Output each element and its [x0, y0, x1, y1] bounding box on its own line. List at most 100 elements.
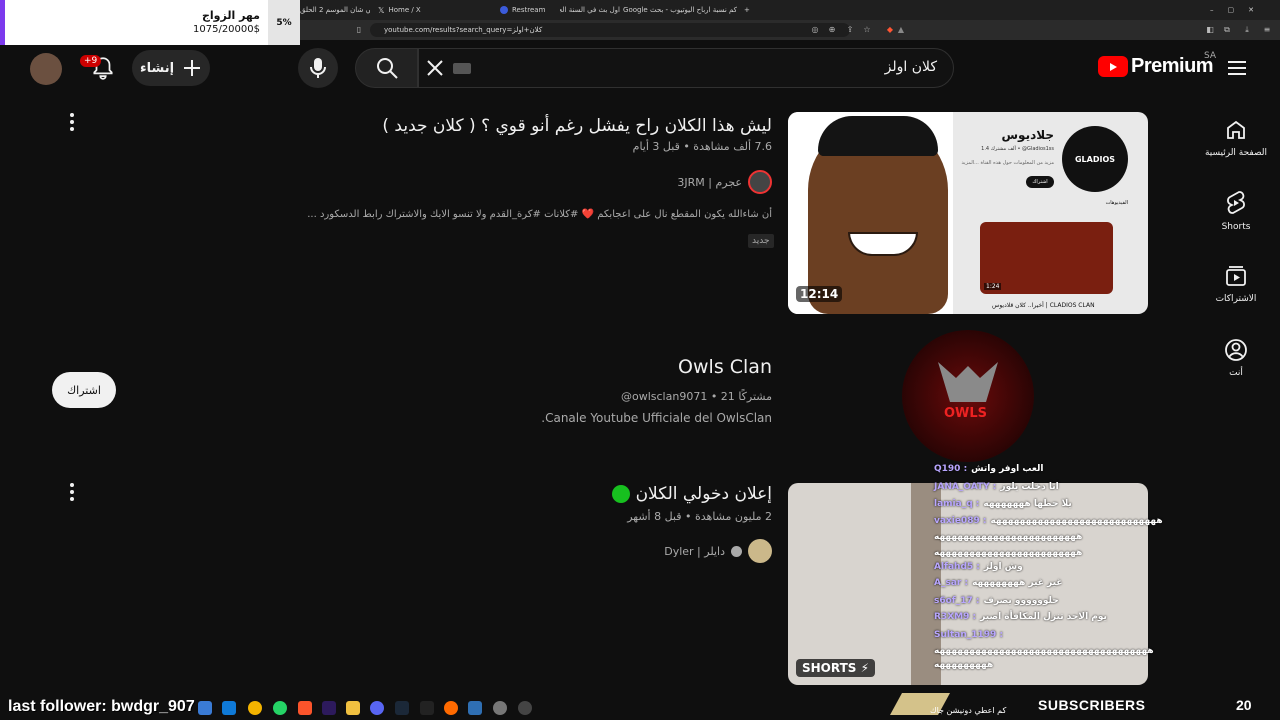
app-icon[interactable] — [468, 701, 482, 715]
channel-name[interactable]: Owls Clan — [678, 356, 772, 378]
shorts-icon — [1227, 191, 1245, 214]
chat-message: s6of_17 : حلوووووو يصرف — [934, 596, 1059, 606]
zoom-icon[interactable]: ⊕ — [827, 25, 837, 35]
browser-tab[interactable]: كم نسبة ارباح اليوتيوب - بحث Google — [622, 2, 737, 18]
sidebar-item-home[interactable]: الصفحة الرئيسية — [1200, 118, 1272, 158]
whatsapp-icon[interactable] — [273, 701, 287, 715]
goal-percent: 5% — [268, 0, 300, 45]
youtube-logo[interactable]: Premium SA — [1098, 51, 1216, 78]
chat-text: ههههههههههههههههههههههههههههههههههههه — [934, 646, 1154, 656]
minimize-icon[interactable]: – — [1210, 6, 1214, 14]
more-options-icon[interactable] — [62, 112, 82, 132]
browser-tab[interactable]: 𝕏 Home / X — [378, 2, 488, 18]
chat-message: هههههههههه — [934, 660, 997, 670]
star-icon[interactable]: ☆ — [862, 25, 872, 35]
brave-icon[interactable]: ◆ — [885, 25, 895, 35]
goal-overlay: مهر الزواج 1075/20000$ 5% — [0, 0, 300, 45]
new-badge: جديد — [748, 234, 774, 248]
chat-message: ههههههههههههههههههههههههههههههههههههه — [934, 646, 1158, 656]
chat-message: Alfahd5 : وش اولز — [934, 562, 1023, 572]
app-icon[interactable] — [222, 701, 236, 715]
video-title[interactable]: ليش هذا الكلان راح يفشل رغم أنو قوي ؟ ( … — [382, 116, 772, 136]
discord-icon[interactable] — [370, 701, 384, 715]
video-thumbnail[interactable]: GLADIOS جلاديوس 1.4 ألف مشترك • @Gladios… — [788, 112, 1148, 314]
verified-icon — [731, 545, 742, 557]
channel-avatar — [748, 539, 772, 563]
app-icon[interactable] — [493, 701, 507, 715]
chat-text: وش اولز — [983, 562, 1023, 572]
video-title[interactable]: إعلان دخولي الكلان — [611, 484, 772, 504]
clear-search-icon[interactable] — [425, 58, 445, 78]
menu-icon[interactable]: ≡ — [1262, 25, 1272, 35]
sidebar-toggle-icon[interactable]: ◧ — [1205, 25, 1215, 35]
window-controls: – ▢ ✕ — [1210, 2, 1270, 18]
hamburger-menu-icon[interactable] — [1226, 58, 1248, 78]
share-icon[interactable]: ⇪ — [845, 25, 855, 35]
video-description: أن شاءالله يكون المقطع نال على اعجابكم ❤… — [307, 209, 772, 220]
sidebar-item-shorts[interactable]: Shorts — [1200, 190, 1272, 232]
chat-message: JANA_OATY : انا دخلت يلوز — [934, 482, 1059, 492]
chat-username: Q190 : — [934, 464, 968, 474]
channel-link[interactable]: دايلر | Dyler — [664, 539, 772, 563]
bookmark-icon[interactable]: ▯ — [354, 25, 364, 35]
channel-meta: @owlsclan9071 • 21 مشتركًا — [621, 390, 772, 403]
keyboard-icon[interactable] — [453, 63, 471, 74]
maximize-icon[interactable]: ▢ — [1228, 6, 1235, 14]
voice-search-button[interactable] — [298, 48, 338, 88]
download-icon[interactable]: ⤓ — [1242, 25, 1252, 35]
chat-text: ههههههههههههههههههههههههههههه — [990, 516, 1163, 526]
sidebar-item-you[interactable]: أنت — [1200, 338, 1272, 378]
chrome-icon[interactable] — [248, 701, 262, 715]
donation-text: كم اعطي دونيشن جاك — [930, 706, 1007, 715]
subscribers-count: 20 — [1236, 697, 1252, 713]
app-icon[interactable] — [420, 701, 434, 715]
rewards-icon[interactable]: ▲ — [896, 25, 906, 35]
subscriptions-icon — [1226, 266, 1246, 286]
goal-value: 1075/20000$ — [193, 24, 260, 35]
premiere-icon[interactable] — [322, 701, 336, 715]
avatar[interactable] — [30, 53, 62, 85]
owl-logo-icon — [938, 362, 998, 402]
chat-message: lamia_q : يلا حطها هههههههه — [934, 499, 1072, 509]
chat-text: هههههههههه — [934, 660, 994, 670]
app-icon[interactable] — [444, 701, 458, 715]
close-icon[interactable]: ✕ — [1248, 6, 1254, 14]
search-query-text: كلان اولز — [884, 59, 937, 75]
subscribe-button[interactable]: اشتراك — [52, 372, 116, 408]
address-bar: ▯ youtube.com/results?search_query=كلان+… — [300, 20, 1280, 40]
gladios-logo: GLADIOS — [1062, 126, 1128, 192]
chat-username: vaxie089 : — [934, 516, 987, 526]
more-options-icon[interactable] — [62, 482, 82, 502]
restream-icon — [500, 6, 508, 14]
goal-title: مهر الزواج — [201, 9, 260, 22]
brave-icon[interactable] — [298, 701, 312, 715]
search-button[interactable] — [355, 48, 418, 88]
notifications-button[interactable]: +9 — [80, 55, 116, 81]
x-icon: 𝕏 — [378, 5, 385, 15]
you-icon — [1225, 339, 1247, 361]
green-circle-emoji — [611, 485, 630, 503]
steam-icon[interactable] — [395, 701, 409, 715]
sidebar-item-subscriptions[interactable]: الاشتراكات — [1200, 264, 1272, 304]
create-button[interactable]: إنشاء — [132, 50, 210, 86]
home-icon — [1227, 120, 1245, 139]
browser-tab[interactable]: اول بث في السنة الجديدة — [560, 2, 620, 18]
app-icon[interactable] — [198, 701, 212, 715]
obs-icon[interactable] — [518, 701, 532, 715]
extensions-icon[interactable]: ⧉ — [1222, 25, 1232, 35]
chat-text: ههههههههههههههههههههههههه — [934, 548, 1083, 558]
chat-text: يلا حطها هههههههه — [983, 499, 1072, 509]
video-duration: 12:14 — [796, 286, 843, 302]
chat-username: Sultan_1199 : — [934, 630, 1004, 640]
youtube-play-icon — [1098, 56, 1128, 77]
url-field[interactable]: youtube.com/results?search_query=كلان+او… — [370, 23, 850, 37]
new-tab-button[interactable]: + — [744, 2, 754, 18]
chat-message: A_sar : غير غير ههههههههه — [934, 578, 1062, 588]
browser-tab[interactable]: جاكي شان الموسم 2 الحلق... — [300, 2, 370, 18]
channel-avatar[interactable]: OWLS — [902, 330, 1034, 462]
search-input[interactable]: كلان اولز — [418, 48, 954, 88]
channel-link[interactable]: عجرم | 3JRM — [677, 170, 772, 194]
lens-icon[interactable]: ◎ — [810, 25, 820, 35]
folder-icon[interactable] — [346, 701, 360, 715]
chat-username: JANA_OATY : — [934, 482, 997, 492]
